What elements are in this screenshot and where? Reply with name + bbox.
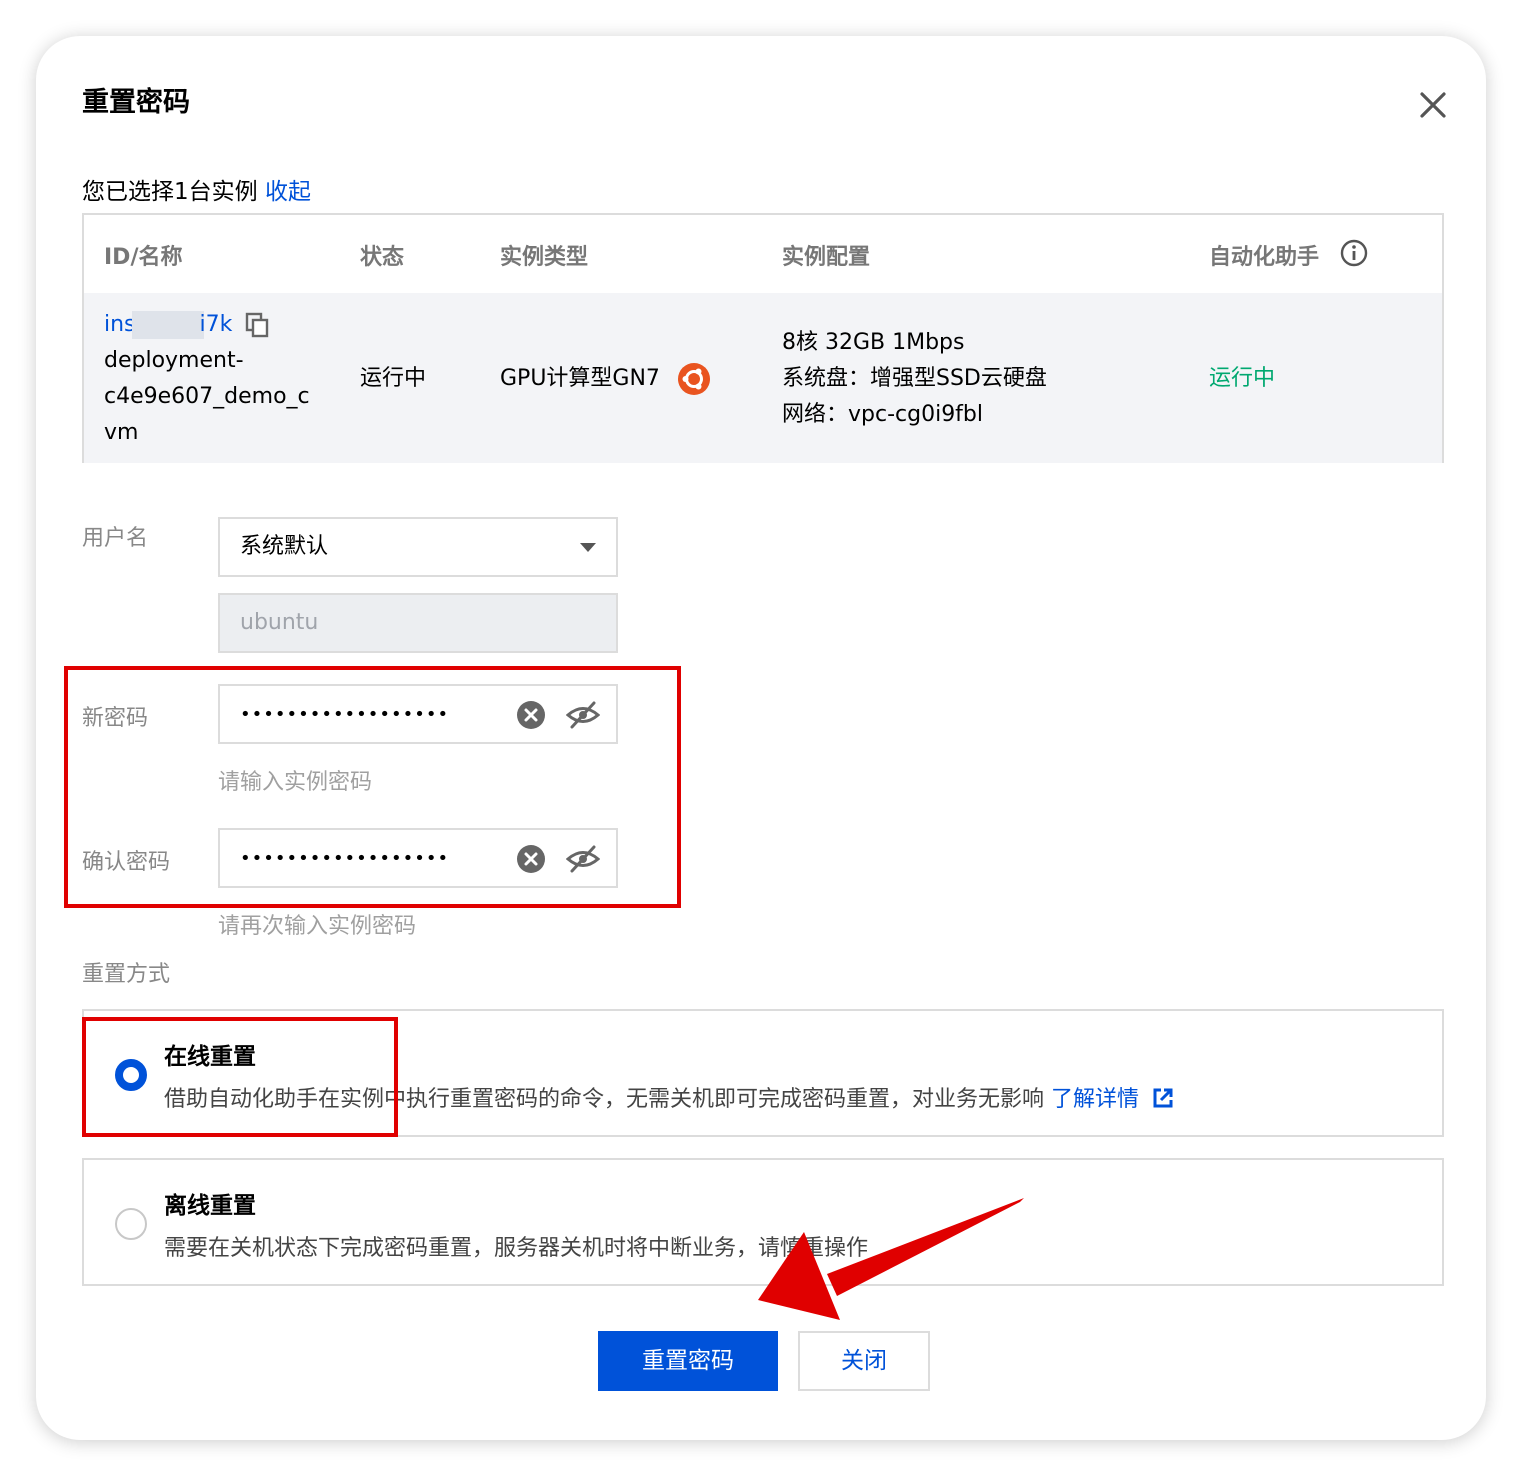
instance-name-line3: vm — [104, 420, 139, 445]
close-icon[interactable] — [1416, 88, 1450, 122]
config-spec: 8核 32GB 1Mbps — [782, 330, 965, 355]
online-option-annotation-box — [82, 1017, 398, 1137]
instance-name-line1: deployment- — [104, 348, 244, 373]
instance-config: 8核 32GB 1Mbps 系统盘：增强型SSD云硬盘 网络：vpc-cg0i9… — [782, 325, 1047, 433]
dialog-title: 重置密码 — [82, 87, 190, 118]
instance-table: ID/名称 状态 实例类型 实例配置 自动化助手 ins i7k deploym… — [82, 213, 1444, 463]
table-header: ID/名称 状态 实例类型 实例配置 自动化助手 — [84, 215, 1442, 295]
offline-reset-radio[interactable] — [115, 1208, 147, 1240]
username-select[interactable]: 系统默认 — [218, 517, 618, 577]
header-config: 实例配置 — [782, 245, 871, 270]
instance-status: 运行中 — [360, 366, 427, 391]
chevron-down-icon — [580, 543, 596, 552]
collapse-link[interactable]: 收起 — [265, 179, 311, 205]
agent-status: 运行中 — [1209, 366, 1276, 391]
copy-icon[interactable] — [245, 312, 269, 338]
header-status: 状态 — [360, 245, 405, 270]
config-network: 网络：vpc-cg0i9fbl — [782, 402, 984, 427]
header-id-name: ID/名称 — [104, 245, 183, 270]
instance-type: GPU计算型GN7 — [500, 361, 711, 397]
reset-password-dialog: 重置密码 您已选择1台实例 收起 ID/名称 状态 实例类型 实例配置 自动化助… — [36, 36, 1486, 1440]
ubuntu-icon — [677, 363, 710, 395]
selected-count-text: 您已选择1台实例 — [82, 179, 258, 205]
instance-id-link[interactable]: ins i7k — [104, 311, 232, 339]
confirm-password-hint: 请再次输入实例密码 — [218, 914, 417, 939]
red-arrow-annotation — [758, 1198, 1024, 1320]
username-select-value: 系统默认 — [240, 534, 329, 559]
learn-more-link[interactable]: 了解详情 — [1051, 1087, 1174, 1112]
instance-name-line2: c4e9e607_demo_c — [104, 384, 310, 409]
selected-instances-line: 您已选择1台实例 收起 — [82, 172, 311, 206]
reset-method-label: 重置方式 — [82, 962, 171, 987]
header-type: 实例类型 — [500, 245, 589, 270]
config-disk: 系统盘：增强型SSD云硬盘 — [782, 366, 1047, 391]
password-annotation-box — [64, 666, 681, 908]
external-link-icon — [1153, 1088, 1173, 1108]
instance-id-name: ins i7k deployment- c4e9e607_demo_c vm — [104, 307, 310, 451]
table-row: ins i7k deployment- c4e9e607_demo_c vm 运行… — [84, 293, 1442, 463]
username-input: ubuntu — [218, 593, 618, 653]
close-button[interactable]: 关闭 — [798, 1331, 930, 1391]
reset-password-button[interactable]: 重置密码 — [598, 1331, 778, 1391]
info-icon[interactable] — [1340, 239, 1368, 267]
username-label: 用户名 — [82, 526, 149, 551]
header-agent: 自动化助手 — [1209, 245, 1320, 270]
offline-reset-title: 离线重置 — [164, 1193, 256, 1219]
masked-id-region — [131, 311, 204, 339]
